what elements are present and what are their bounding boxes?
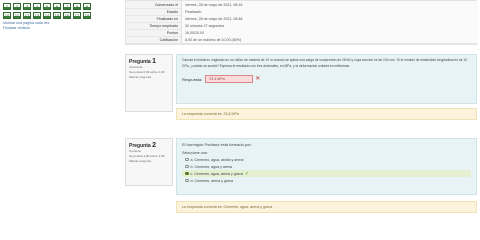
answer-row: Respuesta: 23,4 MPa ✕ <box>182 75 471 83</box>
correct-check-icon: ✓ <box>244 170 250 177</box>
summary-label: Calificación <box>159 37 178 42</box>
option-text: Cemento, agua y arena <box>194 164 233 169</box>
question-nav-button[interactable]: 16 <box>63 12 71 19</box>
option-letter: a. <box>190 157 194 162</box>
quiz-navigation: 1 2 3 4 5 6 7 8 9 10 11 12 13 14 15 16 17 18 Mostrar una … <box>3 3 113 31</box>
option-text: Cemento, agua, arcilla y arena <box>194 157 244 162</box>
question-1-feedback: La respuesta correcta es: 33,8 MPa <box>176 108 477 120</box>
option-text: Cemento, arena y grava <box>194 178 234 183</box>
question-nav-button[interactable]: 7 <box>63 3 71 10</box>
question-2-info: Pregunta 2 Correcta Se puntúa 1,00 sobre… <box>125 138 173 186</box>
radio-button[interactable] <box>185 157 189 162</box>
summary-value: 16,00/20,00 <box>181 29 478 36</box>
question-heading: Pregunta 2 <box>129 142 169 149</box>
question-1-info: Pregunta 1 Incorrecta Se puntúa 0,00 sob… <box>125 54 173 112</box>
answer-option[interactable]: a. Cemento, agua, arcilla y arena <box>182 156 471 163</box>
question-nav-button[interactable]: 13 <box>33 12 41 19</box>
question-text: Calcula el esfuerzo originado en un roll… <box>182 58 468 68</box>
summary-label: Comenzado el <box>154 2 178 7</box>
summary-label: Estado <box>166 9 178 14</box>
question-nav-button[interactable]: 12 <box>23 12 31 19</box>
answer-option[interactable]: b. Cemento, agua y arena <box>182 163 471 170</box>
summary-label: Tiempo empleado <box>149 23 178 28</box>
question-number: 1 <box>152 58 156 65</box>
question-text: El hormigón Portland está formado por: <box>182 142 252 147</box>
question-nav-button[interactable]: 14 <box>43 12 51 19</box>
answer-label: Respuesta: <box>182 76 203 82</box>
question-2-content: El hormigón Portland está formado por: S… <box>176 138 477 195</box>
question-nav-button[interactable]: 4 <box>33 3 41 10</box>
radio-button[interactable] <box>185 171 189 176</box>
option-text: Cemento, agua, arena y grava <box>194 171 243 176</box>
summary-value: 8,00 de un máximo de 10,00 (80%) <box>181 36 478 43</box>
question-nav-button[interactable]: 18 <box>83 12 91 19</box>
summary-label: Finalizado en <box>156 16 178 21</box>
summary-value: viernes, 28 de mayo de 2021, 08:16 <box>181 1 478 8</box>
question-nav-button[interactable]: 6 <box>53 3 61 10</box>
flag-question-link[interactable]: Marcar pregunta <box>129 159 169 164</box>
correct-answer-text: La respuesta correcta es: 33,8 MPa <box>182 112 239 116</box>
finish-review-link[interactable]: Finalizar revisión <box>3 26 113 31</box>
question-nav-button[interactable]: 11 <box>13 12 21 19</box>
question-2-feedback: La respuesta correcta es: Cemento, agua,… <box>176 201 477 213</box>
summary-value: viernes, 28 de mayo de 2021, 08:48 <box>181 15 478 22</box>
attempt-summary-table: Comenzado el viernes, 28 de mayo de 2021… <box>125 0 478 45</box>
summary-value: 32 minutos 27 segundos <box>181 22 478 29</box>
answer-field[interactable]: 23,4 MPa <box>205 75 254 83</box>
question-nav-button[interactable]: 2 <box>13 3 21 10</box>
question-heading: Pregunta 1 <box>129 58 169 65</box>
answer-option-selected[interactable]: c. Cemento, agua, arena y grava ✓ <box>182 170 471 177</box>
flag-question-link[interactable]: Marcar pregunta <box>129 75 169 80</box>
radio-button[interactable] <box>185 178 189 183</box>
option-letter: b. <box>190 164 194 169</box>
question-1-content: Calcula el esfuerzo originado en un roll… <box>176 54 477 104</box>
question-nav-button[interactable]: 10 <box>3 12 11 19</box>
answer-option[interactable]: d. Cemento, arena y grava <box>182 177 471 184</box>
question-nav-button[interactable]: 8 <box>73 3 81 10</box>
question-nav-button[interactable]: 1 <box>3 3 11 10</box>
question-nav-button[interactable]: 5 <box>43 3 51 10</box>
question-nav-button[interactable]: 17 <box>73 12 81 19</box>
option-letter: d. <box>190 178 194 183</box>
summary-value: Finalizado <box>181 8 478 15</box>
question-nav-button[interactable]: 15 <box>53 12 61 19</box>
radio-button[interactable] <box>185 164 189 169</box>
correct-answer-text: La respuesta correcta es: Cemento, agua,… <box>182 205 273 209</box>
question-number-grid: 1 2 3 4 5 6 7 8 9 10 11 12 13 14 15 16 17 18 <box>3 3 113 19</box>
question-number: 2 <box>152 142 156 149</box>
question-nav-button[interactable]: 3 <box>23 3 31 10</box>
incorrect-icon: ✕ <box>255 76 261 82</box>
summary-row: Calificación 8,00 de un máximo de 10,00 … <box>126 36 478 44</box>
option-letter: c. <box>190 171 194 176</box>
question-nav-button[interactable]: 9 <box>83 3 91 10</box>
summary-label: Puntos <box>166 30 178 35</box>
